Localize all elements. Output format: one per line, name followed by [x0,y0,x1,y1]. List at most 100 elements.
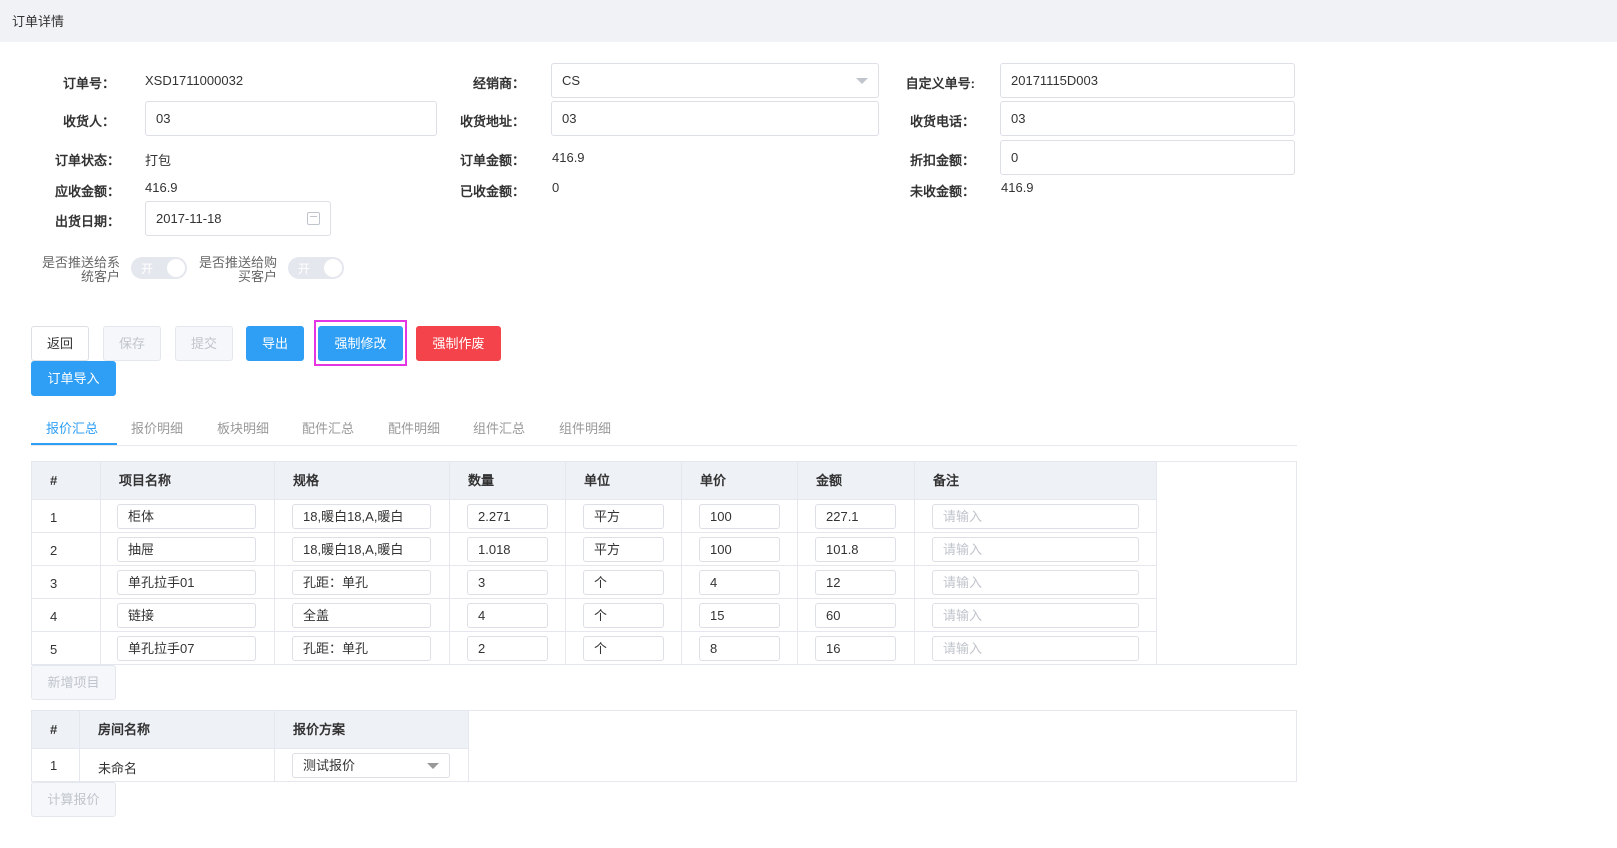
table-row: 2 抽屉 18,暖白18,A,暖白 1.018 平方 100 101.8 请输入 [32,533,1157,566]
receiver-input[interactable]: 03 [145,101,437,136]
qty-input[interactable]: 1.018 [467,537,548,562]
header-cell: 规格 [275,462,450,499]
items-table-header: # 项目名称 规格 数量 单位 单价 金额 备注 [32,462,1157,500]
remark-input[interactable]: 请输入 [932,504,1139,529]
header-cell: # [32,462,101,499]
spec-input[interactable]: 孔距：单孔 [292,636,431,661]
discount-input[interactable]: 0 [1000,140,1295,175]
name-input[interactable]: 柜体 [117,504,256,529]
tab-accessory-summary[interactable]: 配件汇总 [302,418,354,437]
cell-name: 柜体 [101,500,275,533]
qty-input[interactable]: 4 [467,603,548,628]
cell-no: 2 [32,533,101,566]
push-system-switch-text: 开 [141,262,154,276]
cell-remark: 请输入 [915,566,1157,599]
cell-spec: 孔距：单孔 [275,566,450,599]
status-label: 订单状态： [54,153,120,168]
order-import-button[interactable]: 订单导入 [31,361,116,396]
remark-input[interactable]: 请输入 [932,603,1139,628]
unit-input[interactable]: 个 [583,636,664,661]
back-button[interactable]: 返回 [31,326,89,361]
qty-input[interactable]: 2 [467,636,548,661]
price-input[interactable]: 15 [699,603,780,628]
receiver-label: 收货人： [62,114,115,129]
quote-plan-select[interactable]: 测试报价 [292,753,450,778]
cell-no: 1 [32,500,101,533]
unit-input[interactable]: 平方 [583,537,664,562]
amount-input[interactable]: 227.1 [815,504,896,529]
save-button[interactable]: 保存 [103,326,161,361]
push-system-label: 是否推送给系 统客户 [30,256,120,284]
tab-quote-detail[interactable]: 报价明细 [131,418,183,437]
room-plan-cell: 测试报价 [275,749,469,782]
cell-spec: 18,暖白18,A,暖白 [275,500,450,533]
unit-input[interactable]: 平方 [583,504,664,529]
cell-amount: 227.1 [798,500,915,533]
tab-component-detail[interactable]: 组件明细 [559,418,611,437]
spec-input[interactable]: 18,暖白18,A,暖白 [292,504,431,529]
spec-input[interactable]: 孔距：单孔 [292,570,431,595]
qty-input[interactable]: 2.271 [467,504,548,529]
table-row: 5 单孔拉手07 孔距：单孔 2 个 8 16 请输入 [32,632,1157,665]
address-input[interactable]: 03 [551,101,879,136]
submit-button[interactable]: 提交 [175,326,233,361]
ship-date-value: 2017-11-18 [156,211,222,226]
remark-input[interactable]: 请输入 [932,570,1139,595]
add-item-button[interactable]: 新增项目 [31,665,116,700]
spec-input[interactable]: 全盖 [292,603,431,628]
unit-input[interactable]: 个 [583,570,664,595]
calc-quote-button[interactable]: 计算报价 [31,782,116,817]
name-input[interactable]: 抽屉 [117,537,256,562]
name-input[interactable]: 链接 [117,603,256,628]
cell-spec: 孔距：单孔 [275,632,450,665]
cell-price: 100 [682,533,798,566]
tab-quote-summary[interactable]: 报价汇总 [46,418,98,437]
rooms-table-header: # 房间名称 报价方案 [32,711,469,749]
push-system-switch[interactable]: 开 [131,257,187,279]
amount-input[interactable]: 60 [815,603,896,628]
cell-spec: 全盖 [275,599,450,632]
cell-amount: 12 [798,566,915,599]
spec-input[interactable]: 18,暖白18,A,暖白 [292,537,431,562]
name-input[interactable]: 单孔拉手01 [117,570,256,595]
cell-price: 15 [682,599,798,632]
price-input[interactable]: 100 [699,537,780,562]
name-input[interactable]: 单孔拉手07 [117,636,256,661]
amount-input[interactable]: 16 [815,636,896,661]
tab-component-summary[interactable]: 组件汇总 [473,418,525,437]
cell-name: 链接 [101,599,275,632]
cell-no: 3 [32,566,101,599]
price-input[interactable]: 8 [699,636,780,661]
export-button[interactable]: 导出 [246,326,304,361]
received-label: 已收金额： [459,184,525,199]
tab-accessory-detail[interactable]: 配件明细 [388,418,440,437]
header-cell: 备注 [915,462,1157,499]
unreceived-label: 未收金额： [909,184,975,199]
unit-input[interactable]: 个 [583,603,664,628]
push-buyer-switch[interactable]: 开 [288,257,344,279]
amount-input[interactable]: 12 [815,570,896,595]
remark-input[interactable]: 请输入 [932,636,1139,661]
price-input[interactable]: 4 [699,570,780,595]
header-cell: 单价 [682,462,798,499]
row-number: 4 [50,609,58,624]
cell-no: 5 [32,632,101,665]
force-edit-button[interactable]: 强制修改 [318,326,403,361]
dealer-select[interactable]: CS [551,63,879,98]
switch-knob [167,259,185,277]
amount-input[interactable]: 101.8 [815,537,896,562]
quote-plan-value: 测试报价 [303,758,356,773]
qty-input[interactable]: 3 [467,570,548,595]
cell-remark: 请输入 [915,632,1157,665]
dealer-select-value: CS [562,73,581,88]
force-void-button[interactable]: 强制作废 [416,326,501,361]
ship-date-picker[interactable]: 2017-11-18 [145,201,331,236]
custom-no-input[interactable]: 20171115D003 [1000,63,1295,98]
unreceived-value: 416.9 [1001,180,1034,195]
cell-amount: 16 [798,632,915,665]
cell-price: 100 [682,500,798,533]
price-input[interactable]: 100 [699,504,780,529]
remark-input[interactable]: 请输入 [932,537,1139,562]
phone-input[interactable]: 03 [1000,101,1295,136]
tab-panel-detail[interactable]: 板块明细 [217,418,269,437]
